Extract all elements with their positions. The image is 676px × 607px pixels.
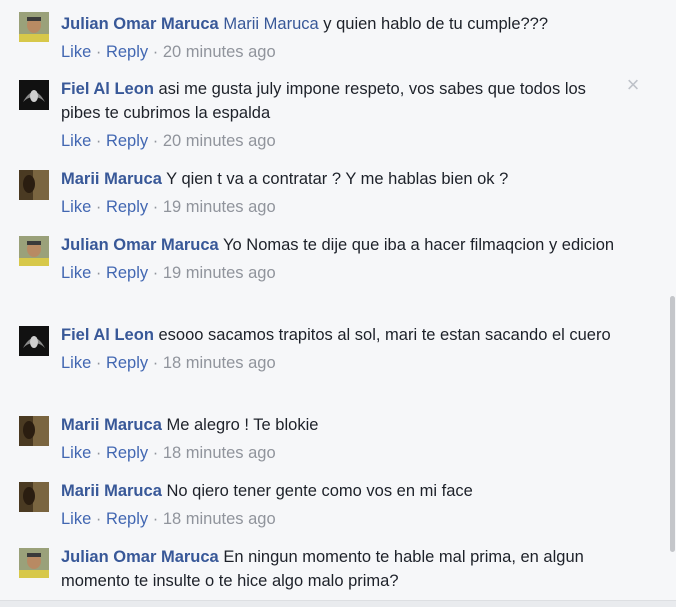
comment-body: Julian Omar Maruca Marii Maruca y quien … [61,12,621,62]
like-link[interactable]: Like [61,444,91,462]
comment-author[interactable]: Marii Maruca [61,482,162,500]
comment-text: Julian Omar Maruca Marii Maruca y quien … [61,12,621,36]
close-icon[interactable]: × [624,74,642,96]
comment-text: Julian Omar Maruca Yo Nomas te dije que … [61,233,621,257]
comment-body: Julian Omar Maruca En ningun momento te … [61,545,621,593]
avatar[interactable] [19,548,49,578]
comment-text: Fiel Al Leon asi me gusta july impone re… [61,77,621,125]
comment-actions: Like · Reply · 20 minutes ago [61,131,621,151]
comment-author[interactable]: Julian Omar Maruca [61,15,219,33]
comment-text: Marii Maruca Me alegro ! Te blokie [61,413,621,437]
comment-message: No qiero tener gente como vos en mi face [166,482,473,500]
comment-author[interactable]: Marii Maruca [61,170,162,188]
comment-message: Me alegro ! Te blokie [166,416,319,434]
avatar[interactable] [19,236,49,266]
comment-message: Y qien t va a contratar ? Y me hablas bi… [166,170,509,188]
reply-link[interactable]: Reply [106,264,148,282]
separator: · [91,510,106,528]
comment-body: Marii Maruca Y qien t va a contratar ? Y… [61,167,621,217]
comment-body: Julian Omar Maruca Yo Nomas te dije que … [61,233,621,283]
comment-actions: Like · Reply · 19 minutes ago [61,263,621,283]
comment-author[interactable]: Julian Omar Maruca [61,236,219,254]
like-link[interactable]: Like [61,198,91,216]
comment-text: Julian Omar Maruca En ningun momento te … [61,545,621,593]
comment-actions: Like · Reply · 18 minutes ago [61,509,621,529]
reply-link[interactable]: Reply [106,354,148,372]
reply-link[interactable]: Reply [106,444,148,462]
comment-message: esooo sacamos trapitos al sol, mari te e… [158,326,611,344]
comment-timestamp[interactable]: 20 minutes ago [163,43,276,61]
marii-avatar-icon [19,416,49,446]
comment-author[interactable]: Marii Maruca [61,416,162,434]
separator: · [91,264,106,282]
julian-avatar-icon [19,12,49,42]
reply-link[interactable]: Reply [106,132,148,150]
like-link[interactable]: Like [61,132,91,150]
reply-link[interactable]: Reply [106,198,148,216]
comment-text: Marii Maruca Y qien t va a contratar ? Y… [61,167,621,191]
comment-message: y quien hablo de tu cumple??? [318,15,549,33]
separator: · [91,132,106,150]
separator: · [91,444,106,462]
comment-actions: Like · Reply · 20 minutes ago [61,42,621,62]
fiel-avatar-icon [19,326,49,356]
separator: · [91,198,106,216]
comment-text: Fiel Al Leon esooo sacamos trapitos al s… [61,323,621,347]
fiel-avatar-icon [19,80,49,110]
avatar[interactable] [19,326,49,356]
reply-link[interactable]: Reply [106,43,148,61]
separator: · [148,198,163,216]
julian-avatar-icon [19,548,49,578]
comment-author[interactable]: Fiel Al Leon [61,326,154,344]
comment-timestamp[interactable]: 18 minutes ago [163,354,276,372]
comment-timestamp[interactable]: 19 minutes ago [163,198,276,216]
comment-actions: Like · Reply · 18 minutes ago [61,443,621,463]
separator: · [148,132,163,150]
comment-text: Marii Maruca No qiero tener gente como v… [61,479,621,503]
avatar[interactable] [19,170,49,200]
reply-link[interactable]: Reply [106,510,148,528]
comment-body: Marii Maruca No qiero tener gente como v… [61,479,621,529]
separator: · [91,43,106,61]
marii-avatar-icon [19,170,49,200]
avatar[interactable] [19,416,49,446]
comment-message: Yo Nomas te dije que iba a hacer filmaqc… [223,236,615,254]
comment-actions: Like · Reply · 18 minutes ago [61,353,621,373]
separator: · [148,43,163,61]
marii-avatar-icon [19,482,49,512]
julian-avatar-icon [19,236,49,266]
comment-body: Fiel Al Leon esooo sacamos trapitos al s… [61,323,621,373]
like-link[interactable]: Like [61,510,91,528]
mention-link[interactable]: Marii Maruca [223,15,318,33]
separator: · [148,264,163,282]
separator: · [148,354,163,372]
avatar[interactable] [19,482,49,512]
comment-actions: Like · Reply · 19 minutes ago [61,197,621,217]
avatar[interactable] [19,80,49,110]
like-link[interactable]: Like [61,264,91,282]
comment-thread: Julian Omar Maruca Marii Maruca y quien … [0,0,676,607]
separator: · [148,444,163,462]
comment-timestamp[interactable]: 18 minutes ago [163,444,276,462]
separator: · [91,354,106,372]
comment-author[interactable]: Julian Omar Maruca [61,548,219,566]
separator: · [148,510,163,528]
comment-author[interactable]: Fiel Al Leon [61,80,154,98]
like-link[interactable]: Like [61,43,91,61]
comment-body: Fiel Al Leon asi me gusta july impone re… [61,77,621,151]
comment-timestamp[interactable]: 19 minutes ago [163,264,276,282]
comment-timestamp[interactable]: 18 minutes ago [163,510,276,528]
scrollbar-thumb[interactable] [670,296,675,552]
comment-body: Marii Maruca Me alegro ! Te blokie Like … [61,413,621,463]
comment-timestamp[interactable]: 20 minutes ago [163,132,276,150]
like-link[interactable]: Like [61,354,91,372]
avatar[interactable] [19,12,49,42]
